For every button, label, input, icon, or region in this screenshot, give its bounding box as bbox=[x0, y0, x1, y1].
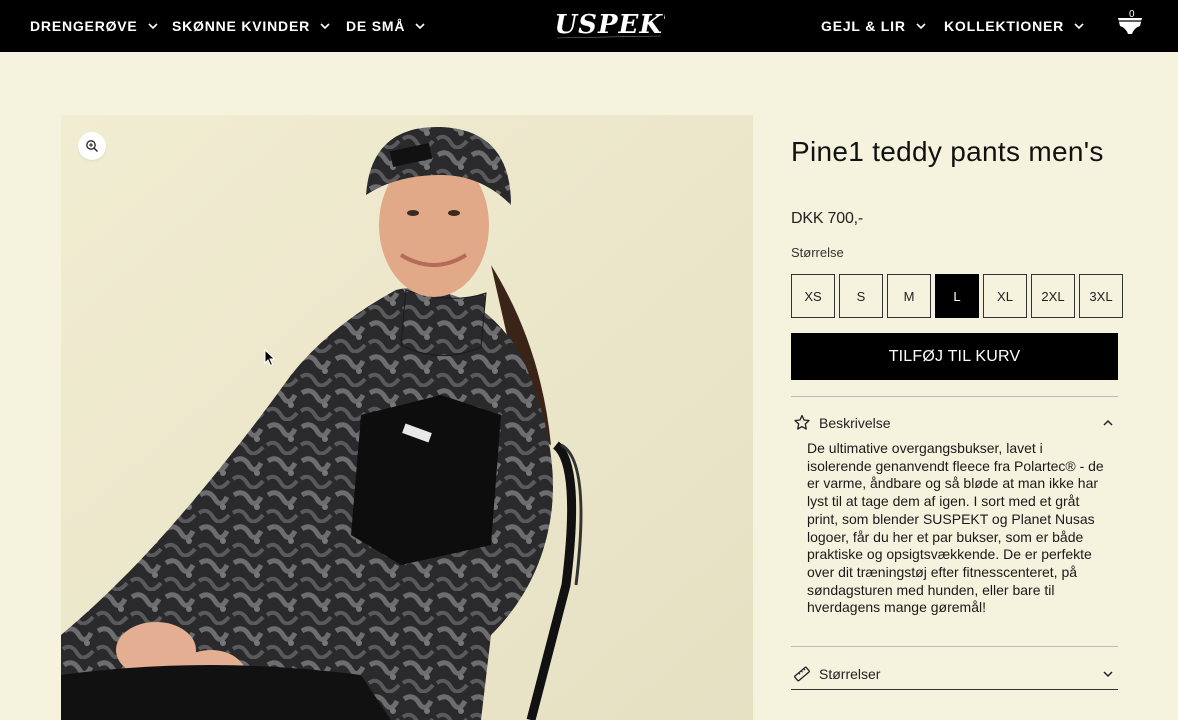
product-photo bbox=[61, 115, 753, 720]
nav-de-sma[interactable]: DE SMÅ bbox=[346, 0, 425, 52]
nav-drengerove[interactable]: DRENGERØVE bbox=[30, 0, 158, 52]
ruler-icon bbox=[794, 666, 810, 682]
zoom-in-icon bbox=[86, 140, 98, 152]
size-option-xs[interactable]: XS bbox=[791, 274, 835, 318]
chevron-down-icon bbox=[1074, 23, 1084, 30]
nav-label: GEJL & LIR bbox=[821, 18, 906, 34]
nav-gejl-og-lir[interactable]: GEJL & LIR bbox=[821, 0, 926, 52]
chevron-down-icon bbox=[1103, 671, 1113, 678]
nav-label: DRENGERØVE bbox=[30, 18, 138, 34]
cart-count-badge: 0 bbox=[1129, 9, 1135, 20]
divider bbox=[791, 396, 1118, 397]
mouse-cursor-icon bbox=[264, 349, 276, 367]
size-option-2xl[interactable]: 2XL bbox=[1031, 274, 1075, 318]
add-to-cart-button[interactable]: TILFØJ TIL KURV bbox=[791, 333, 1118, 380]
accordion-description-header[interactable]: Beskrivelse bbox=[791, 411, 1118, 435]
svg-text:SUSPEKT: SUSPEKT bbox=[553, 10, 665, 40]
accordion-sizes-label: Størrelser bbox=[819, 666, 881, 682]
accordion-description-label: Beskrivelse bbox=[819, 415, 891, 431]
chevron-down-icon bbox=[148, 23, 158, 30]
zoom-button[interactable] bbox=[78, 132, 106, 160]
size-label: Størrelse bbox=[791, 245, 844, 260]
star-badge-icon bbox=[794, 414, 810, 430]
nav-label: SKØNNE KVINDER bbox=[172, 18, 310, 34]
nav-skonne-kvinder[interactable]: SKØNNE KVINDER bbox=[172, 0, 330, 52]
chevron-down-icon bbox=[415, 23, 425, 30]
size-option-3xl[interactable]: 3XL bbox=[1079, 274, 1123, 318]
nav-label: KOLLEKTIONER bbox=[944, 18, 1065, 34]
product-description: De ultimative overgangsbukser, lavet i i… bbox=[807, 440, 1104, 616]
divider bbox=[791, 689, 1118, 690]
size-option-xl[interactable]: XL bbox=[983, 274, 1027, 318]
size-option-m[interactable]: M bbox=[887, 274, 931, 318]
chevron-up-icon bbox=[1103, 419, 1113, 426]
nav-label: DE SMÅ bbox=[346, 18, 406, 34]
chevron-down-icon bbox=[916, 23, 926, 30]
product-image[interactable] bbox=[61, 115, 753, 720]
accordion-sizes-header[interactable]: Størrelser bbox=[791, 662, 1118, 686]
site-header: DRENGERØVE SKØNNE KVINDER DE SMÅ SUSPEKT… bbox=[0, 0, 1178, 52]
size-option-s[interactable]: S bbox=[839, 274, 883, 318]
size-option-l[interactable]: L bbox=[935, 274, 979, 318]
nav-kollektioner[interactable]: KOLLEKTIONER bbox=[944, 0, 1084, 52]
divider bbox=[791, 646, 1118, 647]
size-selector: XS S M L XL 2XL 3XL bbox=[791, 274, 1123, 318]
product-title: Pine1 teddy pants men's bbox=[791, 136, 1104, 167]
suspekt-logo[interactable]: SUSPEKT bbox=[553, 6, 665, 44]
chevron-down-icon bbox=[320, 23, 330, 30]
product-price: DKK 700,- bbox=[791, 210, 864, 227]
